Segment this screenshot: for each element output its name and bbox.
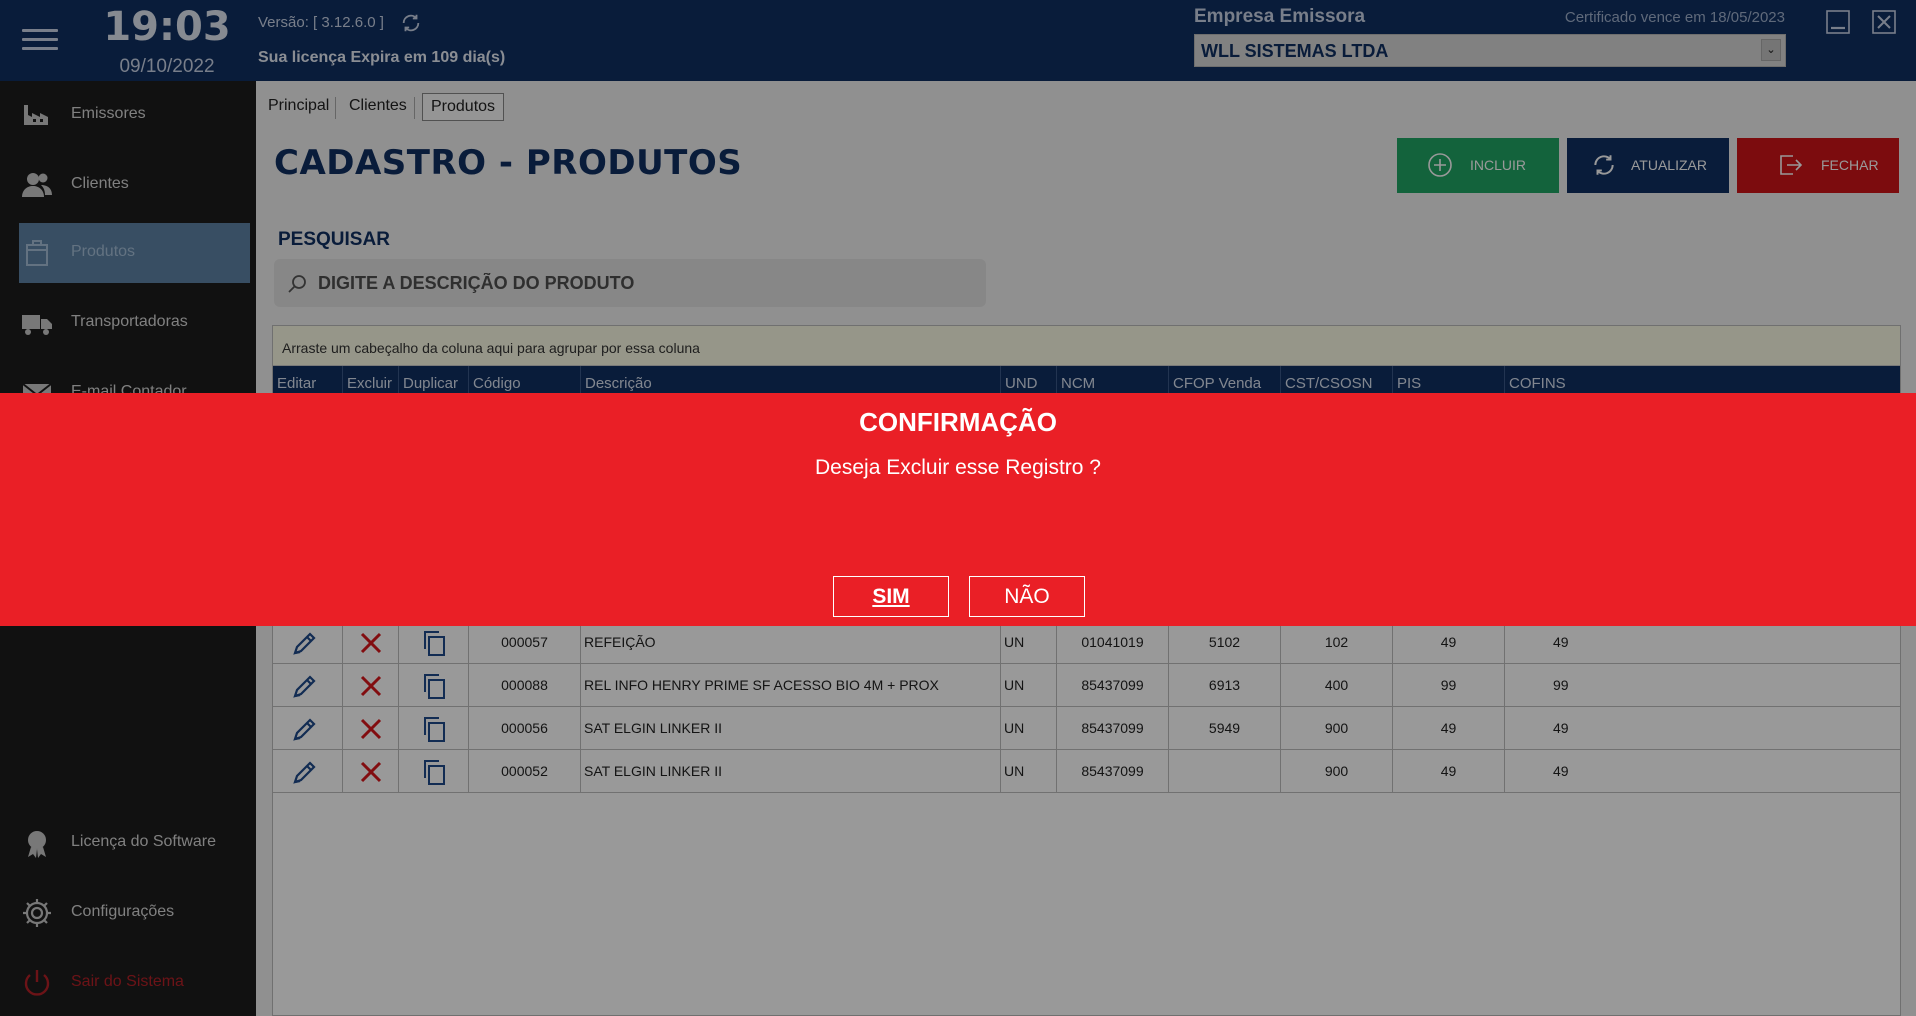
- confirmation-dialog: CONFIRMAÇÃO Deseja Excluir esse Registro…: [0, 393, 1916, 626]
- yes-button[interactable]: SIM: [833, 576, 949, 617]
- dialog-message: Deseja Excluir esse Registro ?: [815, 456, 1101, 479]
- dialog-title: CONFIRMAÇÃO: [859, 407, 1057, 437]
- no-button[interactable]: NÃO: [969, 576, 1085, 617]
